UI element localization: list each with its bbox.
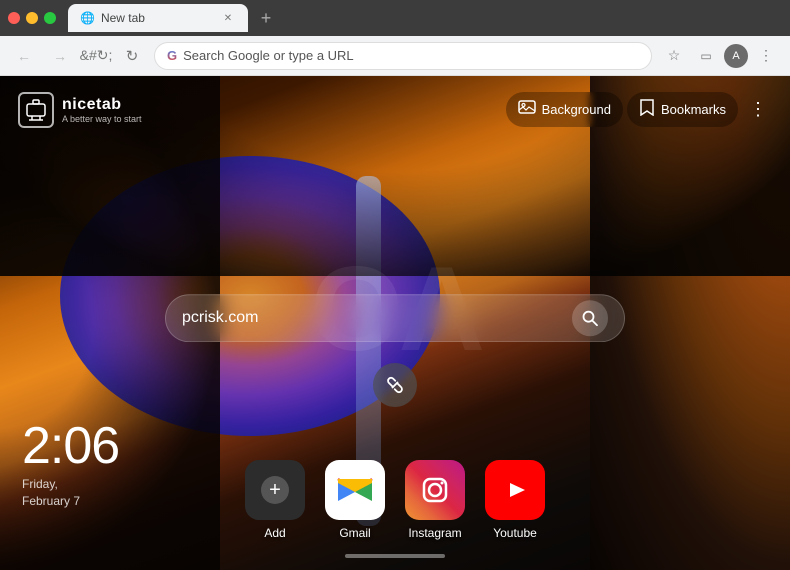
refresh-button[interactable]: &#↻; bbox=[82, 42, 110, 70]
add-link-button[interactable] bbox=[373, 363, 417, 407]
youtube-app-icon bbox=[485, 460, 545, 520]
profile-button[interactable]: A bbox=[724, 44, 748, 68]
background-button[interactable]: Background bbox=[506, 92, 623, 127]
time-full-date: February 7 bbox=[22, 494, 80, 508]
traffic-lights bbox=[8, 12, 56, 24]
top-actions: Background Bookmarks ⋮ bbox=[506, 92, 774, 127]
logo-text: nicetab A better way to start bbox=[62, 96, 142, 124]
tab-bar: 🌐 New tab ✕ + bbox=[68, 0, 782, 36]
scroll-indicator bbox=[345, 554, 445, 558]
address-actions: ☆ ▭ A ⋮ bbox=[660, 42, 780, 70]
bookmark-icon bbox=[639, 98, 655, 121]
close-button[interactable] bbox=[8, 12, 20, 24]
app-item-instagram[interactable]: Instagram bbox=[405, 460, 465, 540]
gmail-app-icon bbox=[325, 460, 385, 520]
tab-title: New tab bbox=[101, 11, 214, 25]
tab-favicon-icon: 🌐 bbox=[80, 11, 95, 25]
address-bar: ← → &#↻; ↻ G Search Google or type a URL… bbox=[0, 36, 790, 76]
logo-name: nicetab bbox=[62, 96, 142, 114]
time-day: Friday, bbox=[22, 477, 58, 491]
more-options-button[interactable]: ⋮ bbox=[742, 94, 774, 126]
youtube-app-label: Youtube bbox=[493, 526, 537, 540]
time-date: Friday, February 7 bbox=[22, 476, 119, 510]
url-bar[interactable]: G Search Google or type a URL bbox=[154, 42, 652, 70]
url-text: Search Google or type a URL bbox=[183, 48, 639, 63]
browser-frame: 🌐 New tab ✕ + ← → &#↻; ↻ G Search Google… bbox=[0, 0, 790, 570]
forward-button[interactable]: → bbox=[46, 42, 74, 70]
logo[interactable]: nicetab A better way to start bbox=[18, 92, 142, 128]
logo-tagline: A better way to start bbox=[62, 114, 142, 124]
search-submit-button[interactable] bbox=[572, 300, 608, 336]
cast-button[interactable]: ▭ bbox=[692, 42, 720, 70]
back-button[interactable]: ← bbox=[10, 42, 38, 70]
minimize-button[interactable] bbox=[26, 12, 38, 24]
menu-button[interactable]: ⋮ bbox=[752, 42, 780, 70]
bookmark-star-button[interactable]: ☆ bbox=[660, 42, 688, 70]
maximize-button[interactable] bbox=[44, 12, 56, 24]
add-app-icon: + bbox=[245, 460, 305, 520]
gmail-app-label: Gmail bbox=[339, 526, 370, 540]
tab-close-button[interactable]: ✕ bbox=[220, 10, 236, 26]
instagram-app-icon bbox=[405, 460, 465, 520]
title-bar: 🌐 New tab ✕ + bbox=[0, 0, 790, 36]
app-item-youtube[interactable]: Youtube bbox=[485, 460, 545, 540]
time-clock: 2:06 bbox=[22, 420, 119, 472]
bookmarks-button[interactable]: Bookmarks bbox=[627, 92, 738, 127]
add-app-label: Add bbox=[264, 526, 285, 540]
add-circle-icon: + bbox=[261, 476, 289, 504]
search-bar bbox=[165, 294, 625, 342]
search-input[interactable] bbox=[182, 309, 572, 327]
search-container bbox=[165, 294, 625, 342]
app-grid: + Add Gmail bbox=[245, 460, 545, 540]
bookmarks-label: Bookmarks bbox=[661, 102, 726, 117]
time-display: 2:06 Friday, February 7 bbox=[22, 420, 119, 510]
app-item-add[interactable]: + Add bbox=[245, 460, 305, 540]
instagram-app-label: Instagram bbox=[408, 526, 461, 540]
refresh-button-icon[interactable]: ↻ bbox=[118, 42, 146, 70]
new-tab-button[interactable]: + bbox=[252, 4, 280, 32]
google-icon: G bbox=[167, 48, 177, 63]
active-tab[interactable]: 🌐 New tab ✕ bbox=[68, 4, 248, 32]
app-item-gmail[interactable]: Gmail bbox=[325, 460, 385, 540]
logo-icon bbox=[18, 92, 54, 128]
background-label: Background bbox=[542, 102, 611, 117]
new-tab-page: OA nicetab A better way to start bbox=[0, 76, 790, 570]
background-icon bbox=[518, 98, 536, 121]
